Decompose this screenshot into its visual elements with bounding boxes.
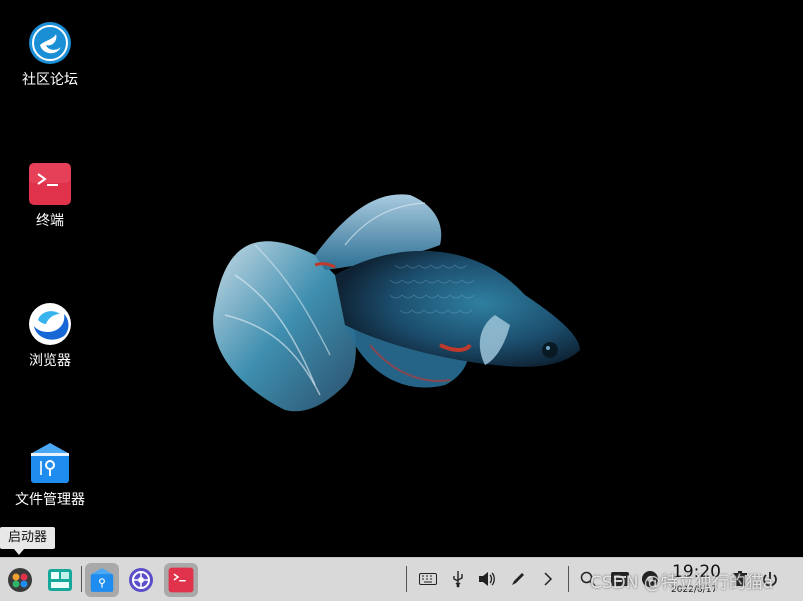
tooltip-arrow bbox=[14, 549, 24, 555]
deepin-logo-icon bbox=[28, 21, 72, 65]
multitask-view-button[interactable] bbox=[43, 563, 77, 597]
pen-icon[interactable] bbox=[508, 569, 528, 589]
usb-icon[interactable] bbox=[448, 569, 468, 589]
desktop-icon-label: 浏览器 bbox=[29, 353, 71, 369]
keyboard-icon[interactable] bbox=[418, 569, 438, 589]
tray-separator bbox=[568, 566, 569, 592]
volume-icon[interactable] bbox=[477, 569, 497, 589]
file-manager-icon bbox=[90, 568, 114, 592]
desktop-icon-label: 文件管理器 bbox=[15, 492, 85, 508]
watermark-text: CSDN @特立独行的猫a bbox=[590, 573, 774, 593]
dock-file-manager[interactable] bbox=[85, 563, 119, 597]
dock-control-center[interactable] bbox=[124, 563, 158, 597]
desktop-icon-label: 社区论坛 bbox=[22, 72, 78, 88]
terminal-icon bbox=[168, 567, 194, 593]
launcher-tooltip: 启动器 bbox=[0, 527, 56, 549]
dock-terminal[interactable] bbox=[164, 563, 198, 597]
browser-icon bbox=[28, 302, 72, 346]
desktop-icon-browser[interactable]: 浏览器 bbox=[0, 302, 100, 370]
terminal-icon bbox=[28, 162, 72, 206]
desktop-icon-forum[interactable]: 社区论坛 bbox=[0, 21, 100, 89]
tray-separator bbox=[406, 566, 407, 592]
launcher-icon bbox=[8, 568, 32, 592]
desktop-icon-label: 终端 bbox=[36, 213, 64, 229]
chevron-right-icon[interactable] bbox=[538, 569, 558, 589]
settings-icon bbox=[129, 568, 153, 592]
file-manager-icon bbox=[28, 441, 72, 485]
betta-fish-wallpaper bbox=[213, 194, 580, 412]
desktop-icon-file-manager[interactable]: 文件管理器 bbox=[0, 441, 100, 509]
dock-separator bbox=[81, 566, 82, 592]
desktop-icon-terminal[interactable]: 终端 bbox=[0, 162, 100, 230]
launcher-button[interactable] bbox=[3, 563, 37, 597]
desktop: 社区论坛 终端 浏览器 文件管理器 bbox=[0, 0, 803, 557]
multitask-view-icon bbox=[48, 569, 72, 591]
